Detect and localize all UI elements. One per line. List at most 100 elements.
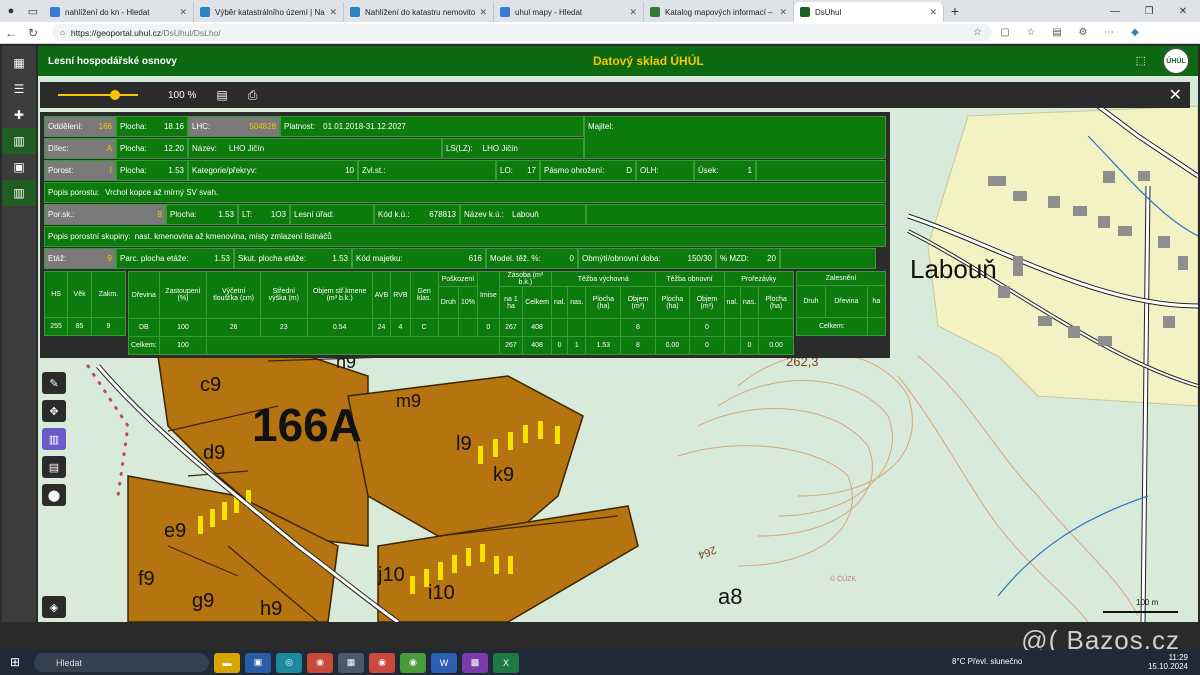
tab-favicon-icon <box>800 7 810 17</box>
split-screen-icon[interactable]: ▢ <box>992 27 1018 38</box>
weather-widget[interactable]: 8°C Převl. slunečno <box>952 657 1022 666</box>
skut-plocha-field: Skut. plocha etáže: 1.53 <box>234 248 352 269</box>
edge-icon[interactable]: ◎ <box>276 652 302 673</box>
table-header: Věk <box>67 271 92 318</box>
copilot-icon[interactable]: ◆ <box>1122 27 1148 38</box>
table-cell: DB <box>128 318 160 337</box>
collections-icon[interactable]: ▤ <box>1044 27 1070 38</box>
tab-label: DsUhul <box>815 7 842 17</box>
maximize-icon[interactable]: ❐ <box>1132 6 1166 17</box>
chrome-profile-icon[interactable]: ◉ <box>369 652 395 673</box>
workspaces-icon[interactable]: ▭ <box>22 0 44 22</box>
uhul-logo: ÚHÚL <box>1162 47 1190 75</box>
reload-icon[interactable]: ↻ <box>22 26 44 40</box>
fullscreen-icon[interactable]: ⬚ <box>1136 54 1146 67</box>
media-icon[interactable]: ▩ <box>462 652 488 673</box>
etaz-field: Etáž: 9 <box>44 248 116 269</box>
table-cell <box>437 318 459 337</box>
back-icon[interactable]: ← <box>0 26 22 40</box>
browser-tab[interactable]: nahlížení do kn - Hledat ✕ <box>44 2 194 22</box>
map-label-f: f9 <box>138 568 155 590</box>
browser-tab[interactable]: Nahlížení do katastru nemovitostí ✕ <box>344 2 494 22</box>
map-icon[interactable]: ▥ <box>2 128 36 154</box>
info-row: Popis porostu: Vrchol kopce až mírný SV s… <box>44 182 886 203</box>
table-cell: 0 <box>689 336 725 355</box>
zoom-slider[interactable] <box>58 90 138 100</box>
print-icon[interactable]: ⎙ <box>248 88 258 103</box>
table-cell: 4 <box>390 318 411 337</box>
file-explorer-icon[interactable]: ▬ <box>214 652 240 673</box>
browser-tab[interactable]: uhul mapy - Hledat ✕ <box>494 2 644 22</box>
chrome-alt-icon[interactable]: ◉ <box>400 652 426 673</box>
apps-grid-icon[interactable]: ▦ <box>2 50 36 76</box>
close-window-icon[interactable]: ✕ <box>1166 6 1200 17</box>
browser-tab-active[interactable]: DsUhul ✕ <box>794 2 944 22</box>
table-cell: 9 <box>90 317 127 336</box>
table-header: HS <box>43 271 69 318</box>
table-cell: 8 <box>620 336 656 355</box>
dreviny-table: Dřevina Zastoupení (%) Výčetní tloušťka … <box>128 271 795 355</box>
close-icon[interactable]: ✕ <box>329 7 337 18</box>
minimize-icon[interactable]: — <box>1098 6 1132 17</box>
close-icon[interactable]: ✕ <box>929 7 937 18</box>
table-cell <box>654 318 691 337</box>
oddeleni-field: Oddělení: 166 <box>44 116 116 137</box>
url-path: /DsUhul/DsLho/ <box>161 27 221 38</box>
app-header: Lesní hospodářské osnovy Datový sklad ÚH… <box>38 46 1198 76</box>
list-icon[interactable]: ☰ <box>2 76 36 102</box>
table-cell <box>206 336 500 355</box>
favorites-icon[interactable]: ☆ <box>1018 27 1044 38</box>
table-header: nal. <box>550 286 569 319</box>
close-panel-icon[interactable]: ✕ <box>1169 85 1182 105</box>
taskbar-search[interactable]: Hledat <box>34 653 209 672</box>
forest-book-icon[interactable]: ▥ <box>42 428 66 450</box>
popis-skupiny-field: Popis porostní skupiny: nast. kmenovina a… <box>44 226 886 247</box>
info-row: Porost: I Plocha: 1.53 Kategorie/překryv: 1… <box>44 160 886 181</box>
close-icon[interactable]: ✕ <box>179 7 187 18</box>
puzzle-icon[interactable]: ✚ <box>2 102 36 128</box>
table-cell: 85 <box>67 317 92 336</box>
dilec-field: Dílec: A <box>44 138 116 159</box>
clock[interactable]: 11:29 15.10.2024 <box>1148 653 1188 671</box>
location-pin-icon[interactable]: ⬤ <box>42 484 66 506</box>
calculator-icon[interactable]: ▦ <box>338 652 364 673</box>
table-cell <box>550 318 569 337</box>
table-cell: 0.00 <box>758 336 794 355</box>
table-cell: 0 <box>739 336 760 355</box>
empty-field <box>780 248 876 269</box>
url-field[interactable]: ⌂ https://geoportal.uhul.cz/DsUhul/DsLho… <box>52 24 992 41</box>
open-book-icon[interactable]: ▥ <box>2 180 36 206</box>
notes-icon[interactable]: ▤ <box>216 88 227 102</box>
browser-tab[interactable]: Výběr katastrálního území | Nahlí ✕ <box>194 2 344 22</box>
nazev-field: Název: LHO Jičín <box>188 138 442 159</box>
table-icon[interactable]: ▤ <box>42 456 66 478</box>
star-icon[interactable]: ☆ <box>973 27 982 38</box>
app-title: Datový sklad ÚHÚL <box>593 54 704 68</box>
table-cell: 0 <box>476 318 500 337</box>
table-header: Výčetní tloušťka (cm) <box>206 271 262 319</box>
table-header: Gen klas. <box>409 271 439 319</box>
chrome-icon[interactable]: ◉ <box>307 652 333 673</box>
browser-tab[interactable]: Katalog mapových informací – w ✕ <box>644 2 794 22</box>
layers-icon[interactable]: ◈ <box>42 596 66 618</box>
table-header: Objem (m³) <box>689 286 725 319</box>
close-icon[interactable]: ✕ <box>779 7 787 18</box>
panel-toolbar: 100 % ▤ ⎙ ✕ <box>40 82 1190 108</box>
pan-icon[interactable]: ✥ <box>42 400 66 422</box>
excel-icon[interactable]: X <box>493 652 519 673</box>
close-icon[interactable]: ✕ <box>479 7 487 18</box>
extensions-icon[interactable]: ⚙ <box>1070 27 1096 38</box>
new-tab-icon[interactable]: + <box>944 0 966 22</box>
forest-info-panel: Oddělení: 166 Plocha: 18.16 LHC: 504828 Pla… <box>40 112 890 358</box>
measure-icon[interactable]: ✎ <box>42 372 66 394</box>
word-icon[interactable]: W <box>431 652 457 673</box>
windows-start-icon[interactable]: ⊞ <box>10 655 20 669</box>
zoom-level: 100 % <box>168 89 197 101</box>
menu-icon[interactable]: ⋯ <box>1096 27 1122 38</box>
profile-icon[interactable]: ● <box>0 0 22 22</box>
tab-favicon-icon <box>650 7 660 17</box>
obmyti-field: Obmýtí/obnovní doba: 150/30 <box>578 248 716 269</box>
book-icon[interactable]: ▣ <box>2 154 36 180</box>
store-icon[interactable]: ▣ <box>245 652 271 673</box>
close-icon[interactable]: ✕ <box>629 7 637 18</box>
